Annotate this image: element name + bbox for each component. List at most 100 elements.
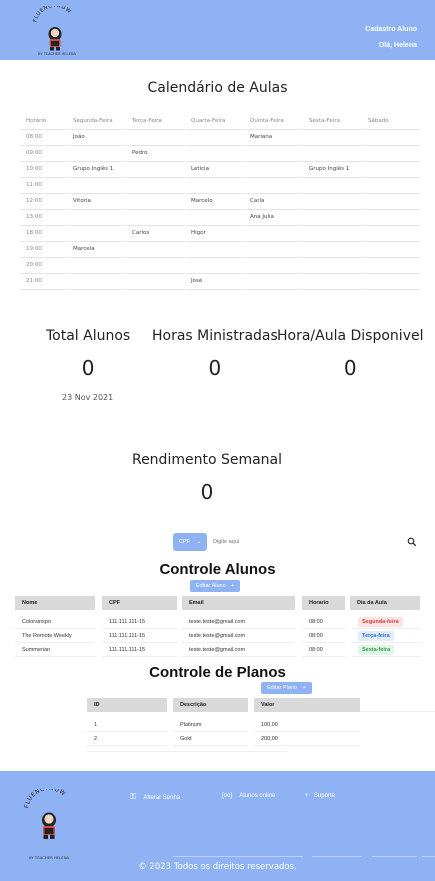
calendar-slot[interactable]	[67, 210, 125, 226]
brand-logo[interactable]: FLUENCYNOW BY TEACHER HELENA	[30, 3, 80, 58]
lightbulb-icon: ♀	[304, 792, 310, 799]
alunos-online-link[interactable]: [oo] Alunos online	[222, 793, 275, 799]
calendar-slot[interactable]	[185, 210, 243, 226]
calendar-slot[interactable]	[185, 258, 243, 274]
calendar-slot[interactable]	[303, 226, 361, 242]
calendar-slot[interactable]: Mariana	[244, 130, 302, 146]
calendar-slot[interactable]	[185, 178, 243, 194]
alterar-senha-link[interactable]: ⚿ Alterar Senha	[130, 792, 180, 802]
calendar-slot[interactable]	[244, 146, 302, 162]
calendar-slot[interactable]: Leticia	[185, 162, 243, 178]
calendar-slot[interactable]	[185, 146, 243, 162]
logo-illustration: FLUENCYNOW	[32, 3, 72, 51]
calendar-slot[interactable]	[362, 242, 420, 258]
calendar-row: 09:00 Pedro	[20, 146, 432, 162]
calendar-time-cell: 21:00	[20, 274, 66, 290]
calendar-slot[interactable]	[303, 178, 361, 194]
footer-logo[interactable]: FLUENCYNOW	[24, 789, 74, 861]
aluno-cpf-cell: 111.111.111-15	[102, 643, 177, 657]
edit-aluno-button[interactable]: Editar Aluno +	[190, 580, 241, 592]
calendar-slot[interactable]	[303, 130, 361, 146]
plus-icon: +	[231, 583, 235, 589]
search-icon[interactable]	[407, 537, 417, 547]
aluno-dia-cell: Sexta-feira	[352, 643, 420, 657]
calendar-column-header: Segunda-Feira	[67, 114, 125, 130]
calendar-time-cell: 11:00	[20, 178, 66, 194]
calendar-slot[interactable]	[126, 130, 184, 146]
calendar-slot[interactable]	[362, 226, 420, 242]
calendar-slot[interactable]	[126, 258, 184, 274]
calendar-slot[interactable]	[303, 242, 361, 258]
calendar-slot[interactable]	[185, 130, 243, 146]
calendar-slot[interactable]	[67, 146, 125, 162]
calendar-slot[interactable]	[67, 226, 125, 242]
aluno-dia-cell: Segunda-feira	[352, 615, 420, 629]
calendar-slot[interactable]: Vitoria	[67, 194, 125, 210]
calendar-row: 18:00 Carlos Higor	[20, 226, 432, 242]
calendar-slot[interactable]	[303, 258, 361, 274]
calendar-slot[interactable]	[244, 258, 302, 274]
calendar-slot[interactable]: Grupo Inglês 1	[303, 162, 361, 178]
cadastro-aluno-link[interactable]: Cadastro Aluno	[365, 26, 417, 33]
calendar-slot[interactable]	[362, 258, 420, 274]
search-input[interactable]	[209, 533, 399, 551]
calendar-slot[interactable]	[244, 274, 302, 290]
edit-plano-button[interactable]: Editar Plano +	[261, 682, 312, 694]
calendar-slot[interactable]	[67, 258, 125, 274]
calendar-slot[interactable]: Marcela	[67, 242, 125, 258]
planos-header-id: ID	[87, 698, 167, 712]
header-links: Cadastro Aluno Olá, Helena	[365, 26, 417, 58]
calendar-slot[interactable]	[67, 178, 125, 194]
greeting-text[interactable]: Olá, Helena	[365, 42, 417, 49]
calendar-slot[interactable]	[244, 226, 302, 242]
calendar-slot[interactable]	[126, 194, 184, 210]
aluno-cpf-cell: 111.111.111-15	[102, 615, 177, 629]
calendar-table: Horário Segunda-Feira Terça-Feira Quarta…	[20, 114, 432, 290]
hora-aula-value: 0	[343, 356, 357, 380]
calendar-slot[interactable]: Marcelo	[185, 194, 243, 210]
planos-header-valor: Valor	[254, 698, 360, 712]
calendar-slot[interactable]	[126, 162, 184, 178]
search-filter-dropdown[interactable]: CPF ⌄	[173, 533, 207, 551]
calendar-slot[interactable]: Carlos	[126, 226, 184, 242]
footer-divider	[372, 856, 417, 857]
calendar-slot[interactable]: José	[185, 274, 243, 290]
calendar-slot[interactable]: Higor	[185, 226, 243, 242]
hora-aula-card: Hora/Aula Disponivel 0	[277, 328, 423, 380]
calendar-slot[interactable]	[362, 194, 420, 210]
calendar-slot[interactable]	[362, 210, 420, 226]
calendar-slot[interactable]	[67, 274, 125, 290]
calendar-time-cell: 12:00	[20, 194, 66, 210]
calendar-slot[interactable]	[126, 242, 184, 258]
calendar-slot[interactable]	[362, 162, 420, 178]
plano-id-cell: 1	[87, 718, 167, 732]
calendar-slot[interactable]	[126, 210, 184, 226]
calendar-slot[interactable]	[126, 178, 184, 194]
calendar-slot[interactable]	[244, 178, 302, 194]
suporte-link[interactable]: ♀ Suporte	[304, 792, 335, 799]
calendar-slot[interactable]: João	[67, 130, 125, 146]
rendimento-label: Rendimento Semanal	[131, 452, 283, 468]
calendar-slot[interactable]	[362, 274, 420, 290]
calendar-slot[interactable]	[244, 242, 302, 258]
calendar-slot[interactable]	[362, 178, 420, 194]
calendar-slot[interactable]: Ana Julia	[244, 210, 302, 226]
calendar-slot[interactable]	[303, 210, 361, 226]
calendar-slot[interactable]: Grupo Inglês 1	[67, 162, 125, 178]
rendimento-value: 0	[200, 480, 214, 504]
calendar-slot[interactable]	[303, 274, 361, 290]
calendar-slot[interactable]	[303, 146, 361, 162]
calendar-slot[interactable]: Pedro	[126, 146, 184, 162]
calendar-slot[interactable]	[303, 194, 361, 210]
planos-section-title: Controle de Planos	[149, 664, 286, 681]
calendar-slot[interactable]	[244, 162, 302, 178]
calendar-slot[interactable]	[185, 242, 243, 258]
calendar-slot[interactable]	[362, 130, 420, 146]
calendar-slot[interactable]	[126, 274, 184, 290]
calendar-slot[interactable]: Carla	[244, 194, 302, 210]
calendar-row: 19:00 Marcela	[20, 242, 432, 258]
calendar-row: 11:00	[20, 178, 432, 194]
aluno-horario-cell: 08:00	[302, 629, 345, 643]
calendar-slot[interactable]	[362, 146, 420, 162]
aluno-nome-cell: Summerian	[15, 643, 95, 657]
